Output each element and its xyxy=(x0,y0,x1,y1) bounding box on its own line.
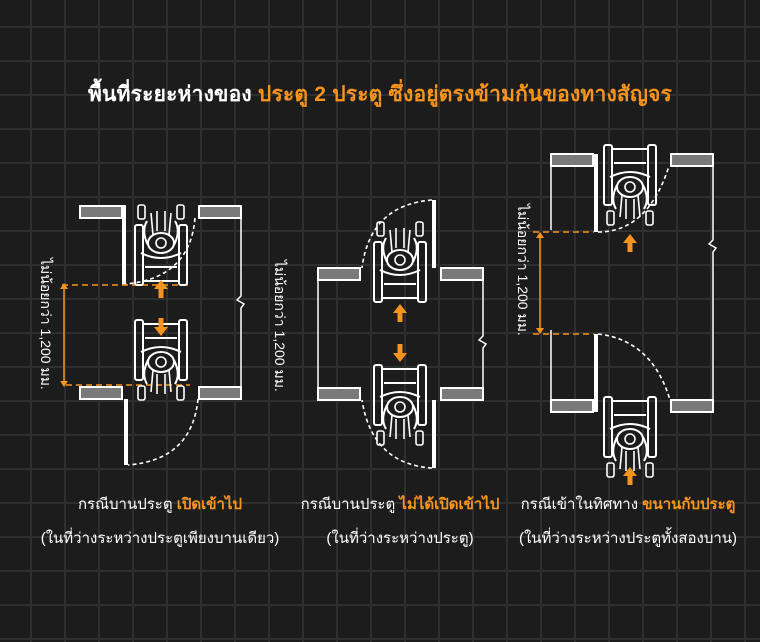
wall-segment xyxy=(440,387,484,401)
wall-break xyxy=(317,280,488,388)
case-3-caption-highlight: ขนานกับประตู xyxy=(642,496,736,513)
door-leaf xyxy=(122,205,126,285)
case-3-caption: กรณีเข้าในทิศทาง ขนานกับประตู (ในที่ว่าง… xyxy=(478,488,760,556)
wall-break xyxy=(235,218,246,387)
door-swing-arc xyxy=(127,398,199,466)
door-swing-arc xyxy=(597,333,671,401)
case-2-diagram xyxy=(317,199,488,469)
wall-segment xyxy=(670,399,714,413)
wall-segment xyxy=(79,386,123,400)
clearance-line xyxy=(533,231,594,335)
door-leaf xyxy=(432,400,436,468)
wall-break xyxy=(707,166,718,400)
wall-segment xyxy=(198,205,242,219)
case-1-diagram xyxy=(60,204,246,466)
wall-segment xyxy=(440,267,484,281)
clearance-line xyxy=(62,284,190,386)
wall-segment xyxy=(550,153,594,167)
wall-segment xyxy=(550,399,594,413)
case-2-caption-prefix: กรณีบานประตู xyxy=(300,496,396,513)
dimension-label-case-2: ไม่น้อยกว่า 1,200 มม. xyxy=(272,260,288,392)
wall-segment xyxy=(317,387,361,401)
case-3-note: (ในที่ว่างระหว่างประตูทั้งสองบาน) xyxy=(518,530,738,547)
wall-segment xyxy=(79,205,123,219)
case-1-caption-prefix: กรณีบานประตู xyxy=(77,496,173,513)
wall-segment xyxy=(317,267,361,281)
door-leaf xyxy=(594,334,598,412)
dimension-label-case-3: ไม่น้อยกว่า 1,200 มม. xyxy=(515,204,531,336)
wall-segment xyxy=(670,153,714,167)
case-1-caption-highlight: เปิดเข้าไป xyxy=(176,496,243,513)
wall-segment xyxy=(198,386,242,400)
case-3-caption-prefix: กรณีเข้าในทิศทาง xyxy=(520,496,639,513)
dimension-label-case-1: ไม่น้อยกว่า 1,200 มม. xyxy=(38,258,54,390)
door-leaf xyxy=(432,200,436,268)
door-leaf xyxy=(594,154,598,232)
door-leaf xyxy=(124,399,128,465)
case-3-diagram xyxy=(533,144,718,485)
